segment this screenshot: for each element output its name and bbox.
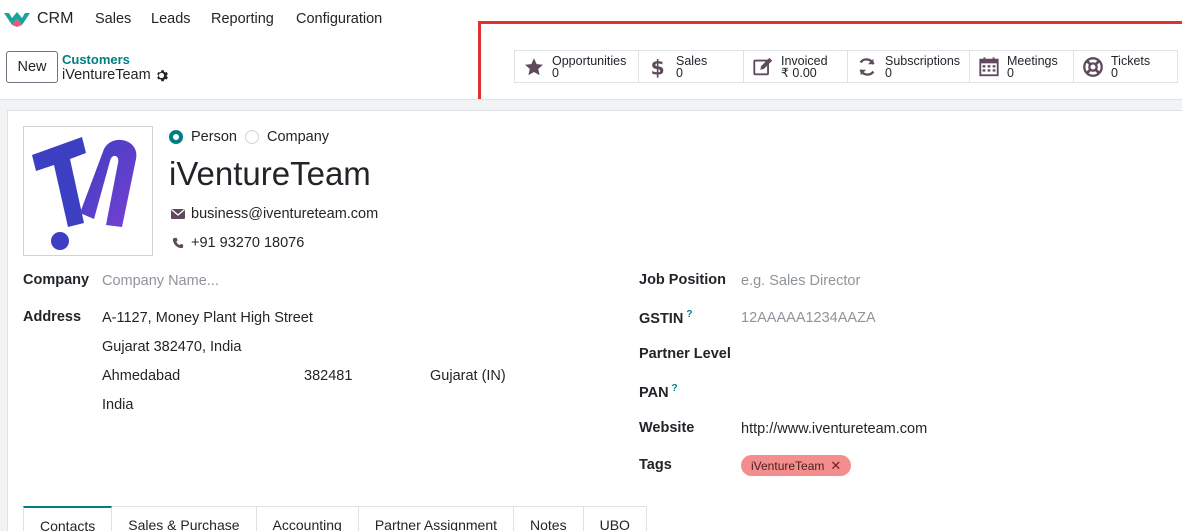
menu-leads[interactable]: Leads <box>151 11 191 27</box>
street-input[interactable]: A-1127, Money Plant High Street <box>102 310 313 326</box>
address-label: Address <box>23 309 82 325</box>
pencil-square-icon <box>753 57 773 76</box>
record-title: iVentureTeam <box>62 67 151 83</box>
new-button[interactable]: New <box>6 51 58 83</box>
radio-person-checked[interactable] <box>169 130 183 144</box>
life-ring-icon <box>1083 57 1103 77</box>
opportunities-smart-button[interactable]: Opportunities 0 <box>515 51 639 82</box>
radio-company-unchecked[interactable] <box>245 130 259 144</box>
city-input[interactable]: Ahmedabad <box>102 368 180 384</box>
opportunities-label: Opportunities <box>552 54 627 68</box>
envelope-icon <box>171 209 185 219</box>
phone-value: +91 93270 18076 <box>191 235 305 251</box>
tickets-count: 0 <box>1111 66 1118 80</box>
sales-smart-button[interactable]: $ Sales 0 <box>639 51 744 82</box>
tag-iventureteam[interactable]: iVentureTeam ✕ <box>741 455 852 476</box>
phone-field[interactable]: +91 93270 18076 <box>171 235 304 251</box>
company-label: Company <box>23 272 90 288</box>
partner-avatar[interactable] <box>23 126 153 256</box>
radio-company[interactable]: Company <box>245 129 329 145</box>
gstin-input[interactable]: 12AAAAA1234AAZA <box>741 310 876 326</box>
invoiced-amount: ₹ 0.00 <box>781 66 817 80</box>
iventureteam-logo-icon <box>32 137 137 250</box>
smart-buttons-bar: Opportunities 0 $ Sales 0 Invoiced ₹ 0.00 S… <box>514 50 1178 83</box>
refresh-icon <box>859 58 875 76</box>
street2-input[interactable]: Gujarat 382470, India <box>102 339 241 355</box>
notebook-tabs: Contacts Sales & Purchase Accounting Par… <box>23 506 647 531</box>
subscriptions-smart-button[interactable]: Subscriptions 0 <box>848 51 970 82</box>
website-label: Website <box>639 420 695 436</box>
zip-input[interactable]: 382481 <box>304 368 352 384</box>
tab-sales-purchase[interactable]: Sales & Purchase <box>112 506 257 531</box>
menu-sales[interactable]: Sales <box>95 11 131 27</box>
top-navbar: CRM Sales Leads Reporting Configuration <box>0 0 1182 38</box>
invoiced-smart-button[interactable]: Invoiced ₹ 0.00 <box>744 51 848 82</box>
breadcrumb-customers[interactable]: Customers <box>62 52 130 67</box>
pan-help-icon[interactable]: ? <box>672 383 678 394</box>
tab-ubo[interactable]: UBO <box>583 506 647 531</box>
gear-icon[interactable] <box>155 69 168 82</box>
calendar-icon <box>979 57 999 77</box>
tag-label: iVentureTeam <box>751 458 825 473</box>
email-value: business@iventureteam.com <box>191 206 379 222</box>
meetings-smart-button[interactable]: Meetings 0 <box>970 51 1074 82</box>
phone-icon <box>172 237 184 249</box>
gstin-help-icon[interactable]: ? <box>686 309 692 320</box>
job-position-input[interactable]: e.g. Sales Director <box>741 273 860 289</box>
subscriptions-label: Subscriptions <box>885 54 961 68</box>
subscriptions-count: 0 <box>885 66 892 80</box>
crm-logo-icon[interactable] <box>3 10 31 28</box>
svg-text:$: $ <box>651 56 665 78</box>
pan-label: PAN? <box>639 383 678 401</box>
partner-level-label: Partner Level <box>639 346 731 362</box>
gstin-label-text: GSTIN <box>639 310 684 327</box>
radio-person[interactable]: Person <box>169 129 237 145</box>
star-icon <box>525 58 543 76</box>
website-input[interactable]: http://www.iventureteam.com <box>741 421 927 437</box>
tickets-smart-button[interactable]: Tickets 0 <box>1074 51 1178 82</box>
tab-contacts[interactable]: Contacts <box>23 506 113 531</box>
state-select[interactable]: Gujarat (IN) <box>430 368 506 384</box>
radio-company-label: Company <box>267 129 330 145</box>
gstin-label: GSTIN? <box>639 309 692 327</box>
pan-label-text: PAN <box>639 384 669 401</box>
tags-label: Tags <box>639 457 672 473</box>
email-field[interactable]: business@iventureteam.com <box>171 206 378 222</box>
company-input[interactable]: Company Name... <box>102 273 219 289</box>
radio-person-label: Person <box>191 129 237 145</box>
dollar-icon: $ <box>651 56 665 78</box>
meetings-count: 0 <box>1007 66 1014 80</box>
app-name[interactable]: CRM <box>37 10 73 28</box>
sales-count: 0 <box>676 66 683 80</box>
meetings-label: Meetings <box>1007 54 1058 68</box>
menu-reporting[interactable]: Reporting <box>211 11 274 27</box>
country-select[interactable]: India <box>102 397 133 413</box>
tab-notes[interactable]: Notes <box>514 506 584 531</box>
tab-partner-assignment[interactable]: Partner Assignment <box>358 506 514 531</box>
job-position-label: Job Position <box>639 272 726 288</box>
tag-remove-icon[interactable]: ✕ <box>830 458 841 474</box>
menu-configuration[interactable]: Configuration <box>296 11 382 27</box>
partner-name-field[interactable]: iVentureTeam <box>169 155 371 193</box>
opportunities-count: 0 <box>552 66 559 80</box>
tab-accounting[interactable]: Accounting <box>256 506 359 531</box>
